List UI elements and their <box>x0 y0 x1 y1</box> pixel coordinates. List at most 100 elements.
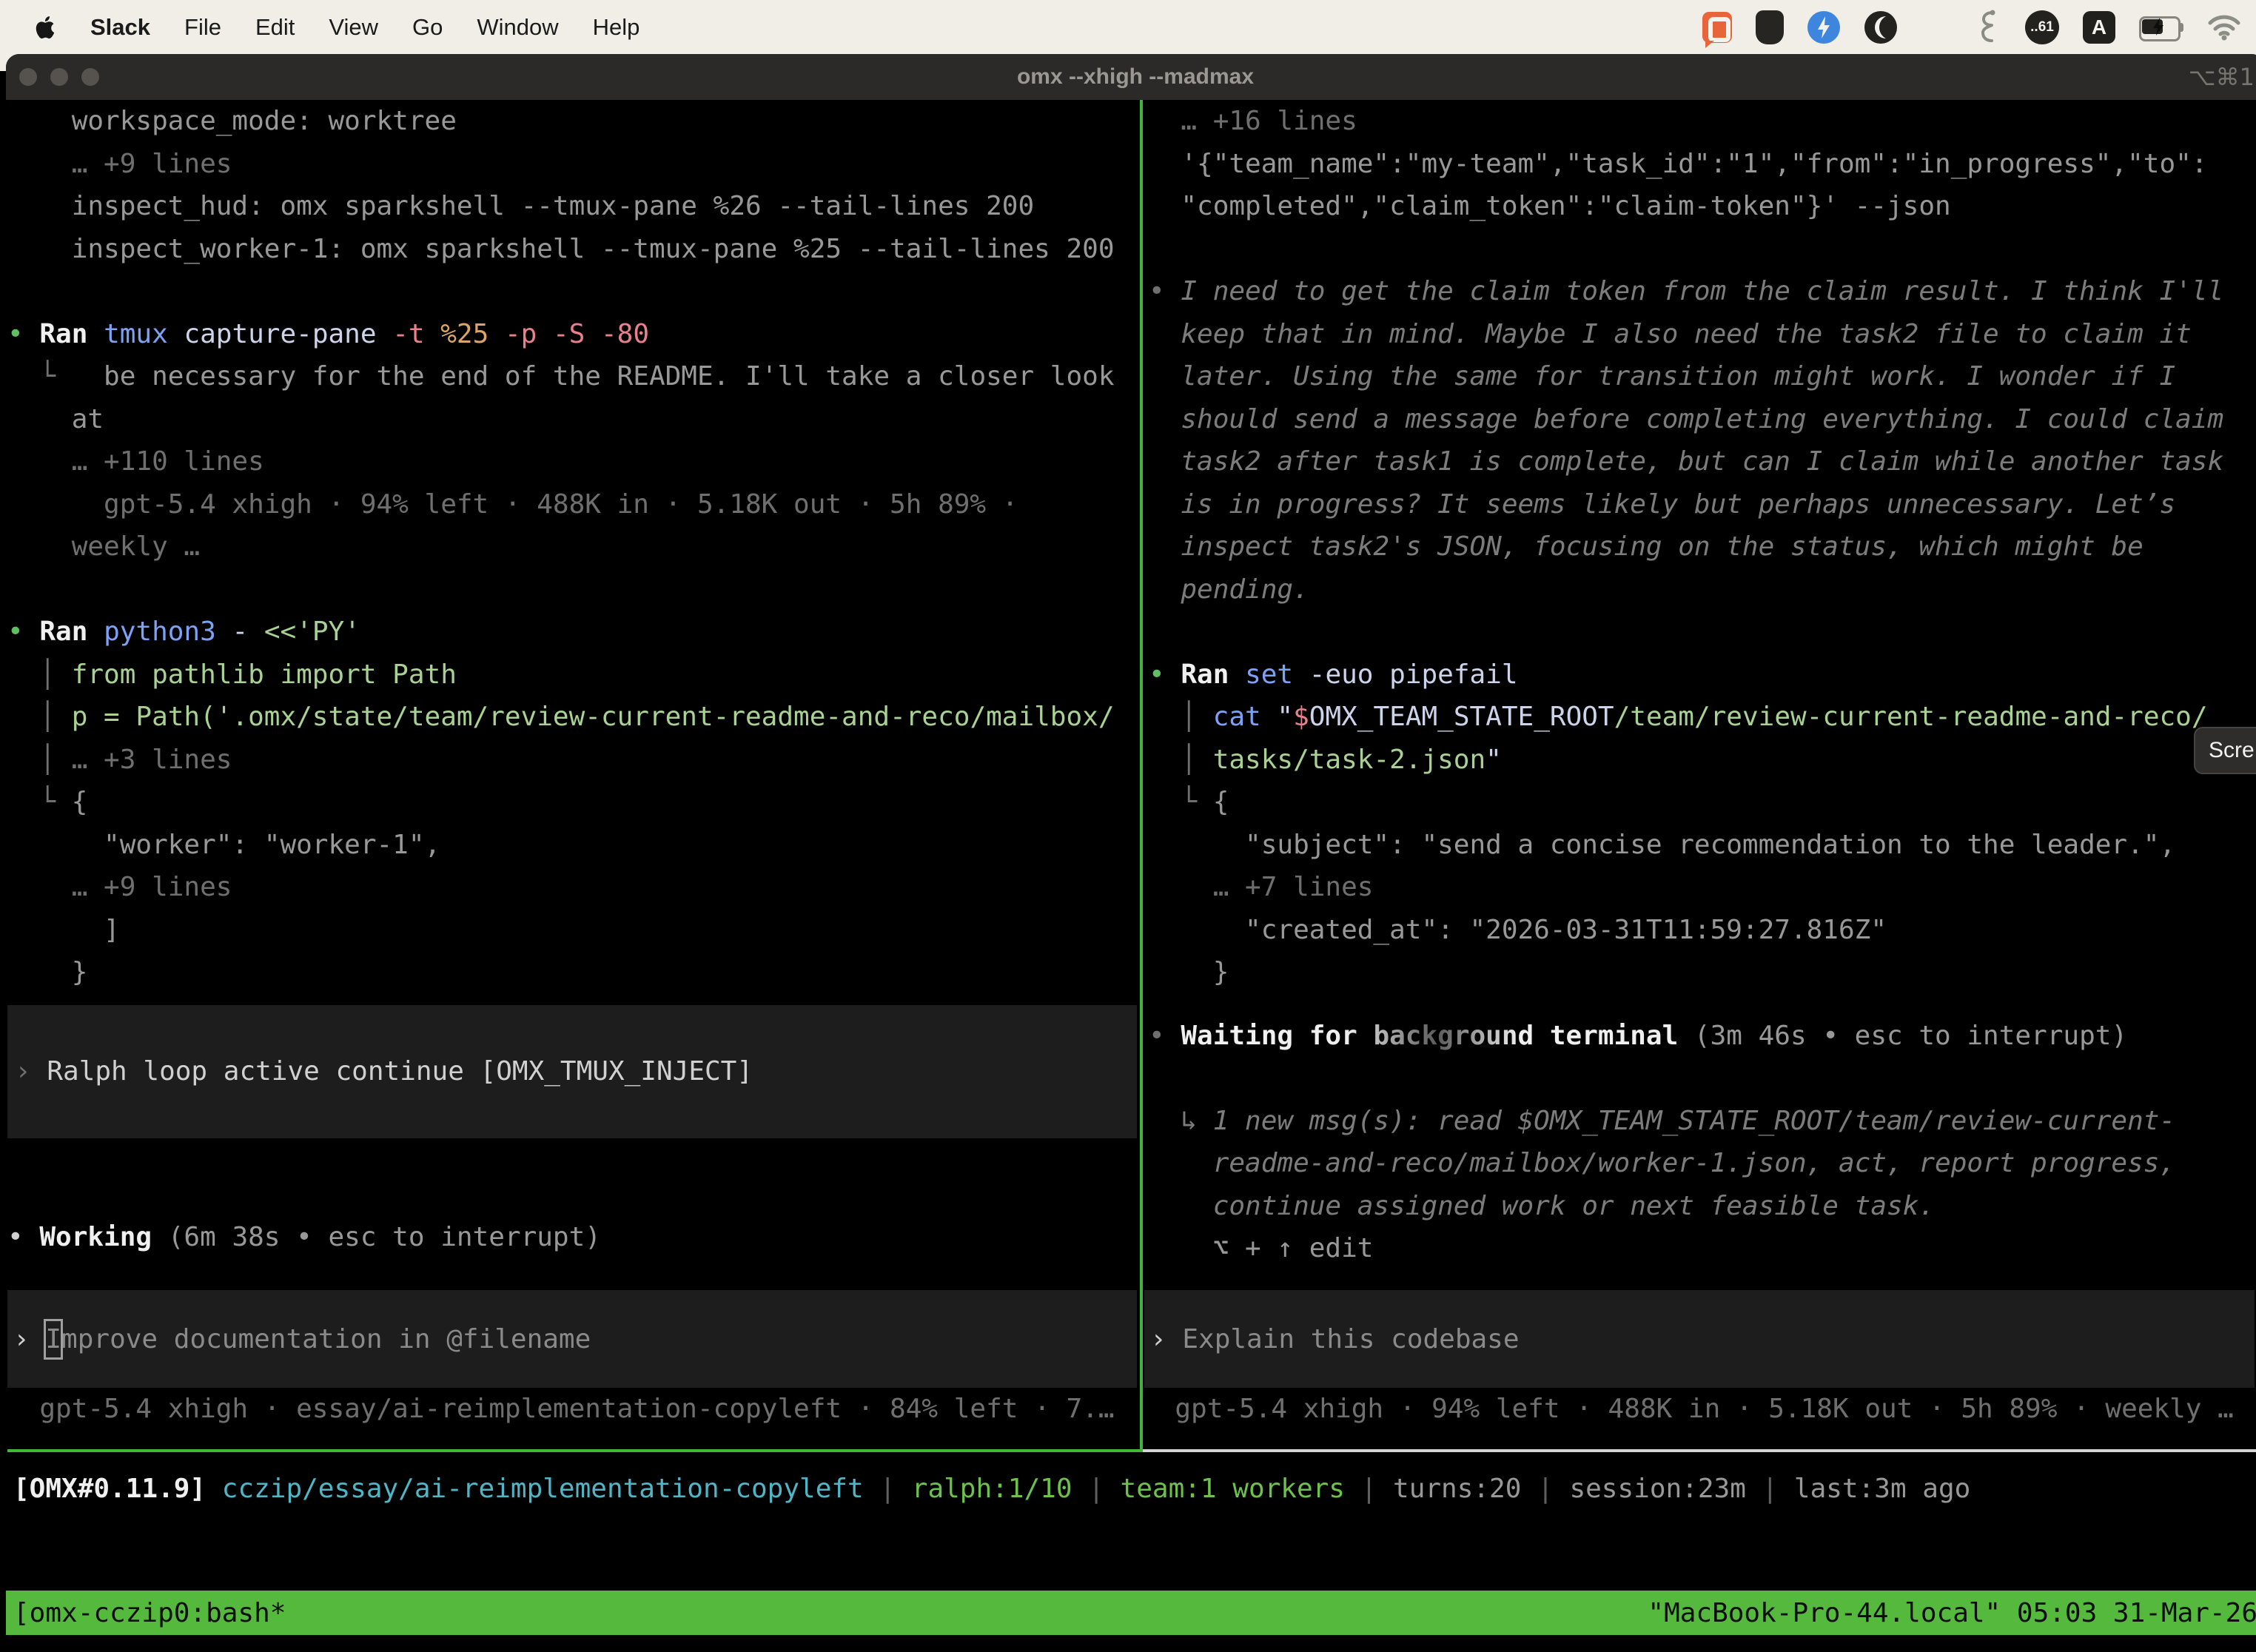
timer-badge-icon[interactable]: ..61 <box>2025 10 2059 44</box>
text-segment: " <box>1277 702 1293 732</box>
chat-app-icon-inner <box>1708 17 1730 42</box>
terminal-line: "completed","claim_token":"claim-token"}… <box>1149 185 2256 228</box>
text-segment: inspect_worker-1: omx sparkshell --tmux-… <box>7 234 1115 264</box>
text-segment: Ran <box>39 617 104 647</box>
text-segment: gpt-5.4 xhigh · essay/ai-reimplementatio… <box>7 1394 1115 1424</box>
text-segment: %25 <box>440 319 505 349</box>
text-segment: • <box>7 617 39 647</box>
battery-icon[interactable] <box>2139 16 2183 38</box>
text-segment: (6m 38s • esc to interrupt) <box>168 1222 601 1252</box>
shield-grid-icon[interactable] <box>1756 10 1784 44</box>
text-segment: keep that in mind. Maybe I also need the… <box>1149 319 2192 349</box>
terminal-window: omx --xhigh --madmax ⌥⌘1 workspace_mode:… <box>6 54 2256 1648</box>
chat-app-icon[interactable] <box>1702 12 1732 43</box>
text-segment: { <box>72 787 88 817</box>
text-segment: … +7 lines <box>1149 872 1373 902</box>
window-title-bar[interactable]: omx --xhigh --madmax ⌥⌘1 <box>6 54 2256 100</box>
ralph-loop-banner: › Ralph loop active continue [OMX_TMUX_I… <box>7 1005 1137 1138</box>
text-segment: } <box>1149 957 1229 987</box>
left-prompt-input[interactable]: › Improve documentation in @filename <box>7 1290 1137 1388</box>
terminal-line <box>7 270 1140 313</box>
menu-item-window[interactable]: Window <box>477 14 558 41</box>
text-segment: session:23m <box>1554 1474 1762 1504</box>
text-segment: (3m 46s • esc to interrupt) <box>1694 1021 2127 1051</box>
menu-item-go[interactable]: Go <box>412 14 443 41</box>
right-prompt-input[interactable]: › Explain this codebase <box>1144 1290 2255 1388</box>
terminal-line: should send a message before completing … <box>1149 398 2256 441</box>
text-segment: | <box>879 1474 896 1504</box>
text-segment: "completed","claim_token":"claim-token"}… <box>1149 191 1951 221</box>
text-segment: [OMX#0.11.9] <box>13 1474 206 1504</box>
text-segment: Ralph loop active continue [OMX_TMUX_INJ… <box>47 1056 753 1087</box>
menu-items: Slack File Edit View Go Window Help <box>34 14 639 41</box>
terminal-line <box>1149 611 2256 654</box>
text-segment: -p -S -80 <box>505 319 649 349</box>
menu-item-help[interactable]: Help <box>593 14 640 41</box>
terminal-line: at <box>7 398 1140 441</box>
text-segment: readme-and-reco/mailbox/worker-1.json, a… <box>1149 1148 2175 1178</box>
battery-nub <box>2180 23 2183 32</box>
terminal-line: gpt-5.4 xhigh · 94% left · 488K in · 5.1… <box>7 483 1140 526</box>
terminal-line: … +9 lines <box>7 866 1140 909</box>
dots-grid-icon[interactable] <box>1921 12 1953 43</box>
text-segment: Explain this codebase <box>1182 1324 1519 1354</box>
text-segment: … +16 lines <box>1149 106 1357 136</box>
zoom-button[interactable] <box>81 68 99 86</box>
text-segment: • <box>1149 1021 1181 1051</box>
terminal-line: readme-and-reco/mailbox/worker-1.json, a… <box>1149 1142 2256 1185</box>
tmux-status-bar[interactable]: [omx-cczip0:bash* "MacBook-Pro-44.local"… <box>6 1591 2256 1635</box>
terminal-content: workspace_mode: worktree … +9 lines insp… <box>6 100 2256 1648</box>
terminal-line: … +9 lines <box>7 143 1140 186</box>
terminal-line <box>7 568 1140 611</box>
terminal-line: │ p = Path('.omx/state/team/review-curre… <box>7 696 1140 739</box>
text-segment: "subject": "send a concise recommendatio… <box>1149 830 2175 860</box>
input-source-icon[interactable]: A <box>2083 11 2115 44</box>
text-segment: later. Using the same for transition mig… <box>1149 361 2175 392</box>
terminal-line: weekly … <box>7 526 1140 568</box>
menu-item-edit[interactable]: Edit <box>255 14 295 41</box>
wifi-icon[interactable] <box>2207 14 2241 41</box>
text-segment: -euo pipefail <box>1309 659 1518 690</box>
menu-item-view[interactable]: View <box>329 14 378 41</box>
text-segment: | <box>1361 1474 1377 1504</box>
minimize-button[interactable] <box>50 68 68 86</box>
text-segment: … +9 lines <box>7 149 232 179</box>
text-segment: • <box>7 1222 39 1252</box>
left-pane[interactable]: workspace_mode: worktree … +9 lines insp… <box>7 100 1140 1451</box>
terminal-line: … +16 lines <box>1149 100 2256 143</box>
terminal-line: "worker": "worker-1", <box>7 824 1140 867</box>
text-segment: Ran <box>39 319 104 349</box>
menu-item-file[interactable]: File <box>184 14 221 41</box>
terminal-line: "created_at": "2026-03-31T11:59:27.816Z" <box>1149 909 2256 952</box>
timer-badge-label: ..61 <box>2030 19 2054 36</box>
squiggle-icon[interactable] <box>1976 10 2001 45</box>
terminal-line: keep that in mind. Maybe I also need the… <box>1149 313 2256 356</box>
text-segment: • <box>1149 276 1181 306</box>
omx-status-line: [OMX#0.11.9] cczip/essay/ai-reimplementa… <box>13 1468 1970 1511</box>
text-segment: capture-pane <box>184 319 392 349</box>
crescent-icon[interactable] <box>1864 10 1898 44</box>
text-segment: | <box>1762 1474 1779 1504</box>
menu-item-app[interactable]: Slack <box>90 14 150 41</box>
text-segment: { <box>1213 787 1229 817</box>
close-button[interactable] <box>19 68 37 86</box>
terminal-line <box>1149 228 2256 271</box>
text-segment: "created_at": "2026-03-31T11:59:27.816Z" <box>1149 915 1887 945</box>
tmux-session-label: [omx-cczip0:bash* <box>13 1598 286 1628</box>
menu-bar-status-icons: ..61 A <box>1702 10 2241 45</box>
left-pane-log: workspace_mode: worktree … +9 lines insp… <box>7 100 1140 994</box>
text-segment: ralph:1/10 <box>896 1474 1088 1504</box>
apple-menu-icon[interactable] <box>34 15 56 40</box>
text-segment: pending. <box>1149 574 1309 605</box>
text-segment: be necessary for the end of the README. … <box>72 361 1115 392</box>
text-segment: "worker": "worker-1", <box>7 830 440 860</box>
text-segment: I need to get the claim token from the c… <box>1181 276 2223 306</box>
terminal-line: '{"team_name":"my-team","task_id":"1","f… <box>1149 143 2256 186</box>
speed-bolt-icon[interactable] <box>1807 11 1840 44</box>
text-segment: turns:20 <box>1377 1474 1537 1504</box>
text-segment: task2 after task1 is complete, but can I… <box>1149 446 2223 477</box>
left-pane-border <box>7 1449 1140 1452</box>
waiting-status-line: • Waiting for background terminal (3m 46… <box>1149 1015 2256 1058</box>
text-segment: - <box>232 617 263 647</box>
right-pane[interactable]: … +16 lines '{"team_name":"my-team","tas… <box>1143 100 2256 1451</box>
